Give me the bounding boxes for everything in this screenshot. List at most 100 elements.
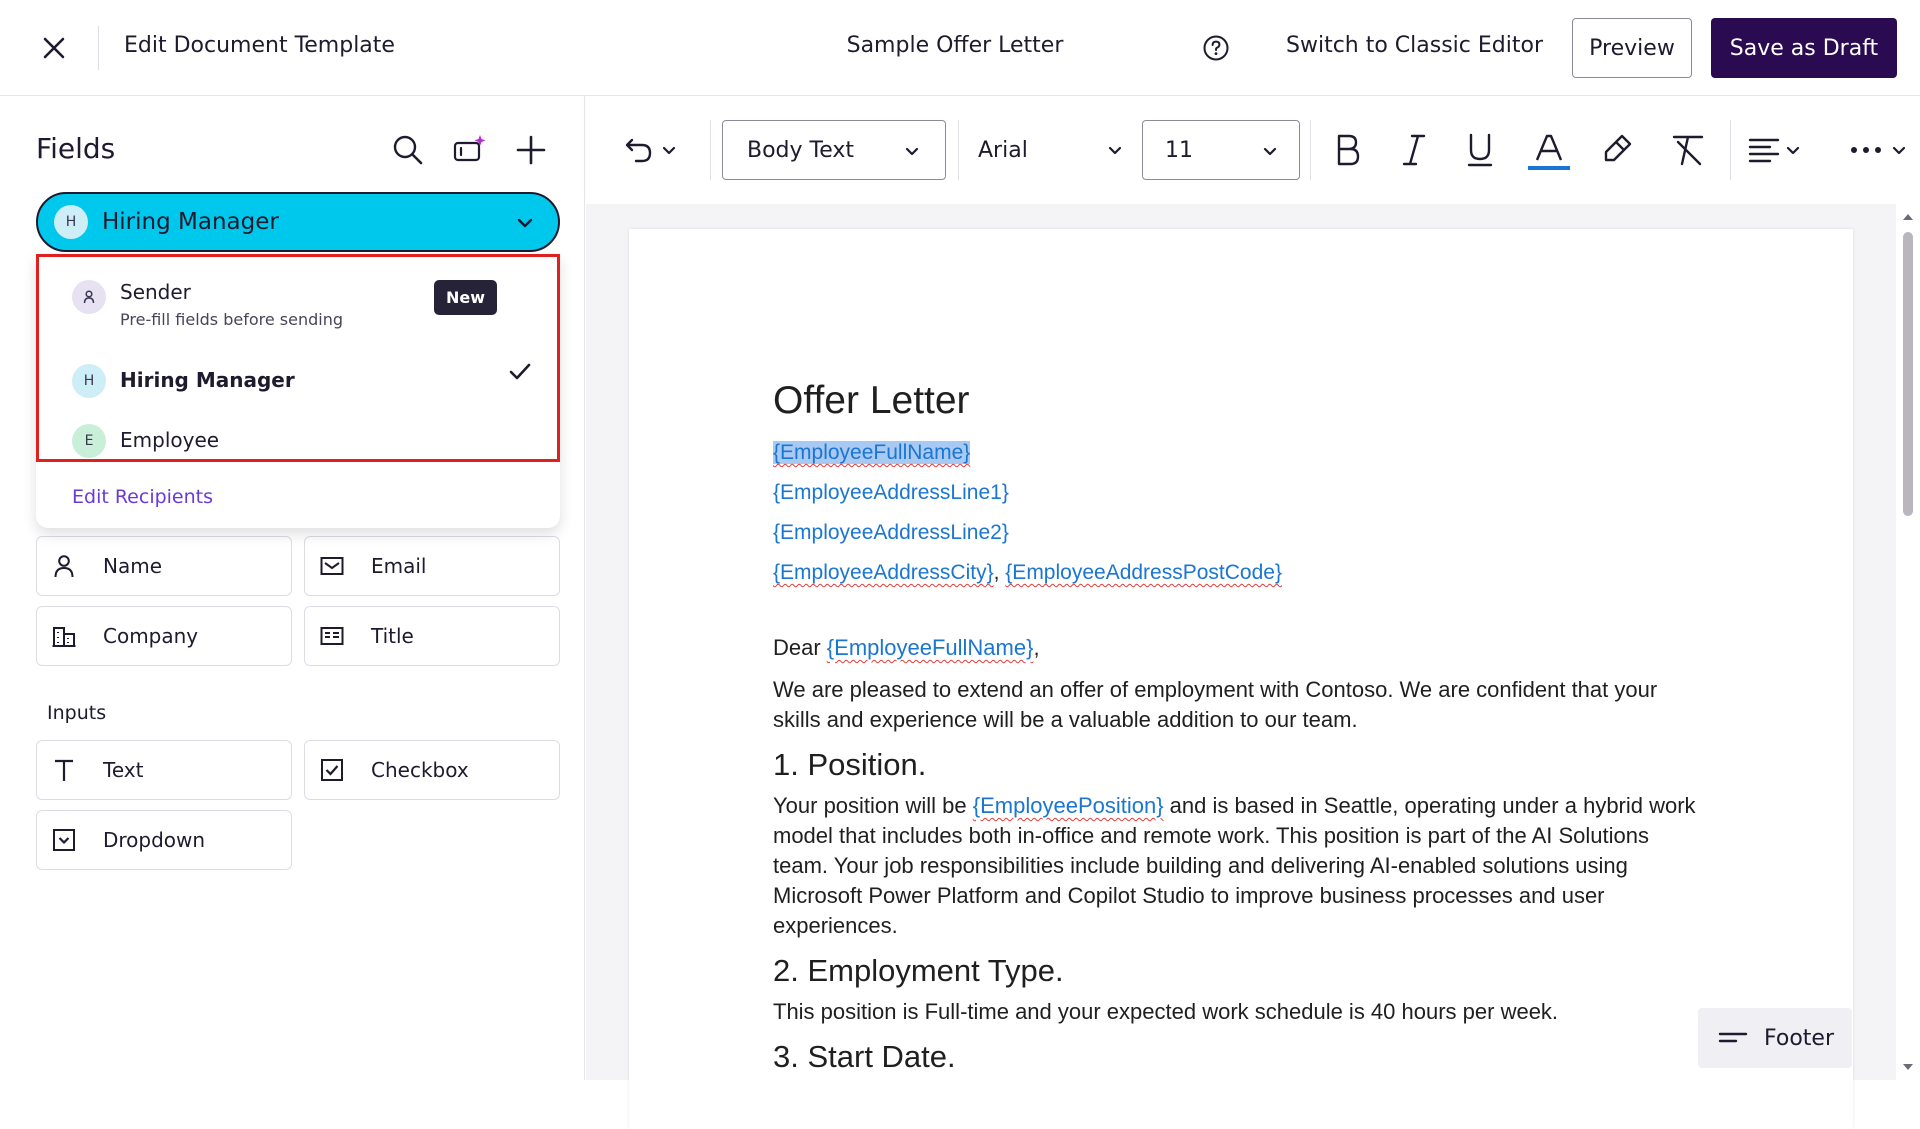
placeholder-employee-full-name[interactable]: {EmployeeFullName} — [773, 441, 971, 464]
input-text-label: Text — [103, 758, 144, 782]
address-line-city: {EmployeeAddressCity}, {EmployeeAddressP… — [773, 553, 1703, 593]
footer-button[interactable]: Footer — [1698, 1008, 1852, 1068]
address-line-1: {EmployeeAddressLine1} — [773, 473, 1703, 513]
paragraph-style-value: Body Text — [747, 137, 855, 163]
intro-paragraph: We are pleased to extend an offer of emp… — [773, 677, 1658, 732]
document-name-text: Sample Offer Letter — [846, 33, 1064, 58]
section-2-paragraph: This position is Full-time and your expe… — [773, 999, 1559, 1024]
document-heading: Offer Letter — [773, 379, 970, 422]
greeting-suffix: , — [1033, 635, 1040, 660]
placeholder-employee-address-line1[interactable]: {EmployeeAddressLine1} — [773, 481, 1009, 504]
font-size-value: 11 — [1165, 137, 1193, 163]
top-bar: Edit Document Template Sample Offer Lett… — [0, 0, 1920, 96]
field-name-button[interactable]: Name — [36, 536, 292, 596]
recipient-select[interactable]: H Hiring Manager — [36, 192, 560, 252]
document-body[interactable]: Offer Letter {EmployeeFullName} {Employe… — [773, 379, 1703, 1083]
email-icon — [320, 557, 344, 575]
sender-avatar — [72, 280, 106, 314]
more-dots-icon — [1851, 147, 1881, 153]
person-icon — [83, 290, 95, 304]
scroll-down-icon[interactable] — [1902, 1062, 1914, 1072]
font-color-icon[interactable] — [1526, 130, 1572, 176]
document-canvas: Offer Letter {EmployeeFullName} {Employe… — [586, 204, 1896, 1129]
field-company-button[interactable]: Company — [36, 606, 292, 666]
preview-button[interactable]: Preview — [1572, 18, 1692, 78]
font-family-select[interactable]: Arial — [978, 120, 1126, 180]
more-options-button[interactable] — [1848, 120, 1910, 180]
bold-icon[interactable] — [1328, 130, 1368, 170]
hiring-manager-avatar: H — [72, 364, 106, 398]
ai-field-icon[interactable] — [452, 132, 488, 168]
field-title-button[interactable]: Title — [304, 606, 560, 666]
italic-icon[interactable] — [1394, 130, 1434, 170]
recipient-option-hiring-manager[interactable]: H Hiring Manager — [72, 364, 295, 398]
section-1-heading: 1. Position. — [773, 747, 927, 782]
chevron-down-icon — [1786, 146, 1800, 155]
input-dropdown-button[interactable]: Dropdown — [36, 810, 292, 870]
align-menu-button[interactable] — [1746, 120, 1804, 180]
chevron-down-icon — [905, 147, 919, 156]
recipient-option-sender[interactable]: Sender Pre-fill fields before sending — [72, 280, 343, 329]
id-card-icon — [320, 627, 344, 645]
employee-avatar: E — [72, 424, 106, 458]
font-size-select[interactable]: 11 — [1142, 120, 1300, 180]
placeholder-employee-address-line2[interactable]: {EmployeeAddressLine2} — [773, 521, 1009, 544]
section-3-heading: 3. Start Date. — [773, 1039, 956, 1074]
recipient-avatar: H — [54, 205, 88, 239]
field-company-label: Company — [103, 624, 199, 648]
input-checkbox-button[interactable]: Checkbox — [304, 740, 560, 800]
field-email-label: Email — [371, 554, 427, 578]
underline-icon[interactable] — [1460, 130, 1500, 170]
sender-option-subtitle: Pre-fill fields before sending — [120, 310, 344, 329]
clear-formatting-icon[interactable] — [1668, 130, 1708, 170]
edit-recipients-link[interactable]: Edit Recipients — [72, 486, 213, 508]
chevron-up-icon — [517, 218, 533, 228]
chevron-down-icon — [1892, 146, 1906, 155]
scroll-up-icon[interactable] — [1902, 212, 1914, 222]
align-left-icon — [1748, 138, 1780, 163]
placeholder-employee-address-postcode[interactable]: {EmployeeAddressPostCode} — [1005, 561, 1282, 584]
address-line-2: {EmployeeAddressLine2} — [773, 513, 1703, 553]
chevron-down-icon — [1263, 147, 1277, 156]
field-title-label: Title — [371, 624, 414, 648]
recipient-option-employee[interactable]: E Employee — [72, 424, 219, 458]
undo-icon — [625, 138, 652, 163]
add-icon[interactable] — [513, 132, 549, 168]
paragraph-style-select[interactable]: Body Text — [722, 120, 946, 180]
address-line-name: {EmployeeFullName} — [773, 433, 1703, 473]
text-icon — [55, 759, 73, 781]
placeholder-greeting-full-name[interactable]: {EmployeeFullName} — [827, 635, 1034, 660]
new-badge: New — [434, 280, 498, 315]
field-email-button[interactable]: Email — [304, 536, 560, 596]
canvas-scrollbar[interactable] — [1896, 204, 1920, 1080]
greeting-line: Dear {EmployeeFullName}, — [773, 633, 1703, 663]
placeholder-employee-position[interactable]: {EmployeePosition} — [973, 793, 1164, 818]
dropdown-icon — [53, 829, 75, 851]
highlighter-icon[interactable] — [1596, 130, 1636, 170]
building-icon — [52, 627, 76, 647]
toolbar-divider — [958, 120, 959, 180]
footer-icon — [1718, 1032, 1748, 1043]
city-separator: , — [993, 561, 1006, 584]
toolbar-divider — [1310, 120, 1311, 180]
scrollbar-thumb[interactable] — [1903, 232, 1913, 516]
person-icon — [54, 555, 74, 578]
document-page[interactable]: Offer Letter {EmployeeFullName} {Employe… — [629, 229, 1853, 1129]
input-text-button[interactable]: Text — [36, 740, 292, 800]
search-icon[interactable] — [390, 132, 426, 168]
undo-button[interactable] — [622, 120, 680, 180]
chevron-down-icon — [662, 146, 676, 155]
footer-button-label: Footer — [1764, 1025, 1834, 1051]
section-1-paragraph: Your position will be {EmployeePosition}… — [773, 791, 1703, 941]
input-checkbox-label: Checkbox — [371, 758, 469, 782]
chevron-down-icon — [1108, 146, 1122, 155]
field-name-label: Name — [103, 554, 163, 578]
checkbox-icon — [321, 759, 343, 781]
save-as-draft-button[interactable]: Save as Draft — [1711, 18, 1897, 78]
placeholder-employee-address-city[interactable]: {EmployeeAddressCity} — [773, 561, 994, 584]
switch-classic-editor-link[interactable]: Switch to Classic Editor — [1286, 33, 1543, 58]
help-circle-icon[interactable] — [1202, 34, 1230, 62]
toolbar-divider — [710, 120, 711, 180]
input-dropdown-label: Dropdown — [103, 828, 206, 852]
